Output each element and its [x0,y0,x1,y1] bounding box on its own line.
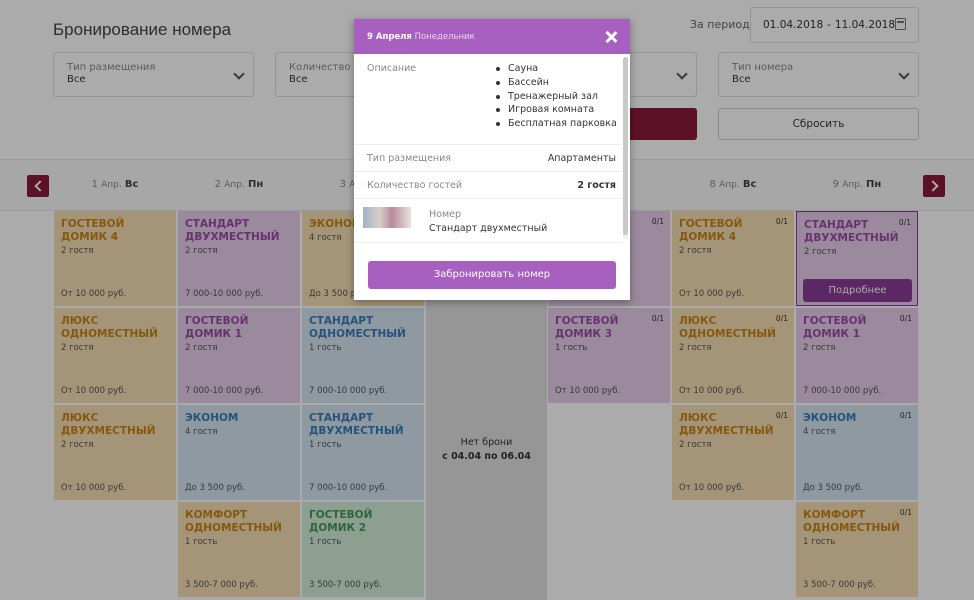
modal-weekday: Понедельник [414,32,475,42]
amenity-item: Бесплатная парковка [496,117,617,131]
room-thumbnail[interactable] [363,207,411,228]
amenity-item: Тренажерный зал [496,90,617,104]
modal-room-row: Номер Стандарт двухместный [354,199,622,243]
amenity-item: Сауна [496,62,617,76]
guests-label: Количество гостей [367,180,463,191]
modal-guests-row: Количество гостей 2 гостя [354,172,622,199]
room-details-modal: 9 Апреля Понедельник Описание Сауна Басс… [354,19,630,300]
modal-type-row: Тип размещения Апартаменты [354,145,622,172]
modal-header: 9 Апреля Понедельник [354,19,630,54]
room-label: Номер [429,209,461,220]
type-label: Тип размещения [367,153,452,164]
modal-date: 9 Апреля [367,32,412,42]
modal-description-row: Описание Сауна Бассейн Тренажерный зал И… [354,54,622,145]
book-room-button[interactable]: Забронировать номер [368,261,616,289]
room-value: Стандарт двухместный [429,223,548,234]
amenity-item: Игровая комната [496,103,617,117]
modal-scrollbar[interactable] [623,57,628,239]
description-label: Описание [367,63,417,74]
guests-value: 2 гостя [577,180,616,191]
amenity-item: Бассейн [496,76,617,90]
type-value: Апартаменты [547,153,616,164]
amenities-list: Сауна Бассейн Тренажерный зал Игровая ко… [496,62,617,131]
close-icon[interactable] [605,31,617,43]
